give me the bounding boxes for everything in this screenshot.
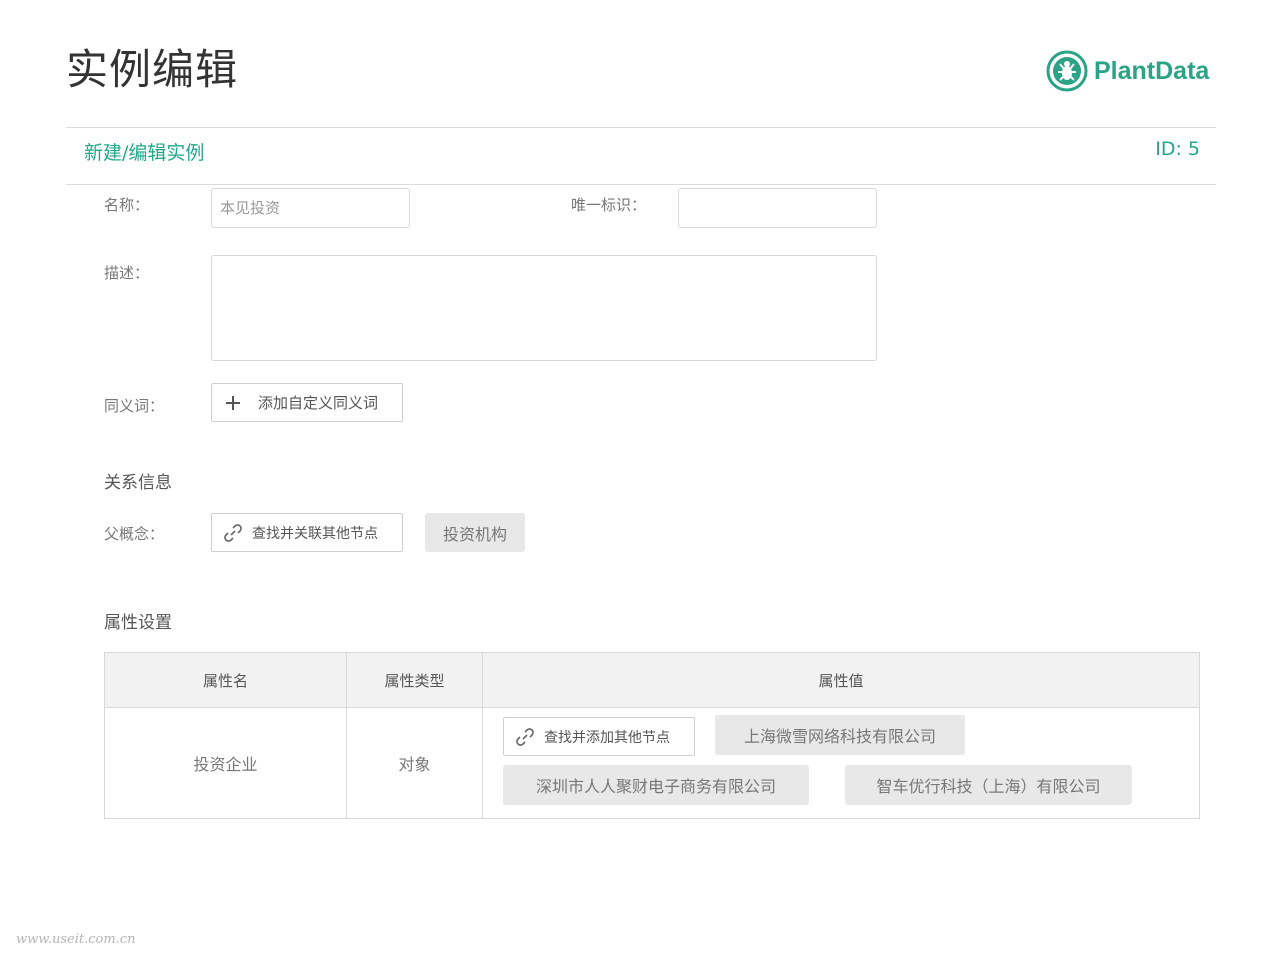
find-link-node-label: 查找并关联其他节点: [252, 525, 378, 542]
attr-value-tag[interactable]: 上海微雪网络科技有限公司: [715, 715, 965, 755]
form-section-title: 新建/编辑实例: [84, 142, 205, 164]
synonym-label: 同义词：: [104, 397, 165, 415]
unique-id-input[interactable]: [678, 188, 877, 228]
watermark: www.useit.com.cn: [16, 932, 136, 947]
name-label: 名称：: [104, 196, 150, 214]
parent-concept-tag[interactable]: 投资机构: [425, 513, 525, 552]
plantdata-logo-icon: [1046, 50, 1088, 92]
find-add-node-label: 查找并添加其他节点: [544, 729, 670, 746]
add-synonym-label: 添加自定义同义词: [258, 394, 379, 412]
attributes-table: 属性名 属性类型 属性值 投资企业 对象 查找并添加其他节点 上海微雪网络科技有…: [104, 652, 1200, 819]
unique-id-label: 唯一标识：: [571, 196, 647, 214]
attributes-title: 属性设置: [104, 613, 172, 633]
add-synonym-button[interactable]: 添加自定义同义词: [211, 383, 403, 422]
logo-text: PlantData: [1094, 56, 1210, 85]
table-row: 投资企业 对象 查找并添加其他节点 上海微雪网络科技有限公司 深圳市人人聚财电子…: [104, 707, 1200, 819]
column-header-attr-value: 属性值: [482, 652, 1200, 708]
find-add-node-button[interactable]: 查找并添加其他节点: [503, 717, 695, 756]
instance-id: ID: 5: [1155, 138, 1200, 160]
link-icon: [224, 523, 242, 542]
attr-value-tag[interactable]: 智车优行科技（上海）有限公司: [845, 765, 1132, 805]
parent-concept-label: 父概念：: [104, 525, 165, 543]
column-header-attr-name: 属性名: [104, 652, 347, 708]
attr-name-cell: 投资企业: [104, 707, 347, 819]
plus-icon: [226, 395, 240, 410]
header-divider: [66, 127, 1216, 128]
name-input[interactable]: [211, 188, 410, 228]
attr-type-cell: 对象: [346, 707, 483, 819]
find-link-node-button[interactable]: 查找并关联其他节点: [211, 513, 403, 552]
column-header-attr-type: 属性类型: [346, 652, 483, 708]
form-header-divider: [66, 184, 1216, 185]
description-textarea[interactable]: [211, 255, 877, 361]
brand-logo: PlantData: [1046, 50, 1209, 92]
relations-title: 关系信息: [104, 473, 172, 493]
description-label: 描述：: [104, 264, 150, 282]
attr-value-tag[interactable]: 深圳市人人聚财电子商务有限公司: [503, 765, 809, 805]
attributes-header-row: 属性名 属性类型 属性值: [104, 652, 1200, 708]
link-icon: [516, 727, 534, 746]
page-title: 实例编辑: [66, 45, 239, 94]
attr-value-cell: 查找并添加其他节点 上海微雪网络科技有限公司 深圳市人人聚财电子商务有限公司 智…: [482, 707, 1200, 819]
